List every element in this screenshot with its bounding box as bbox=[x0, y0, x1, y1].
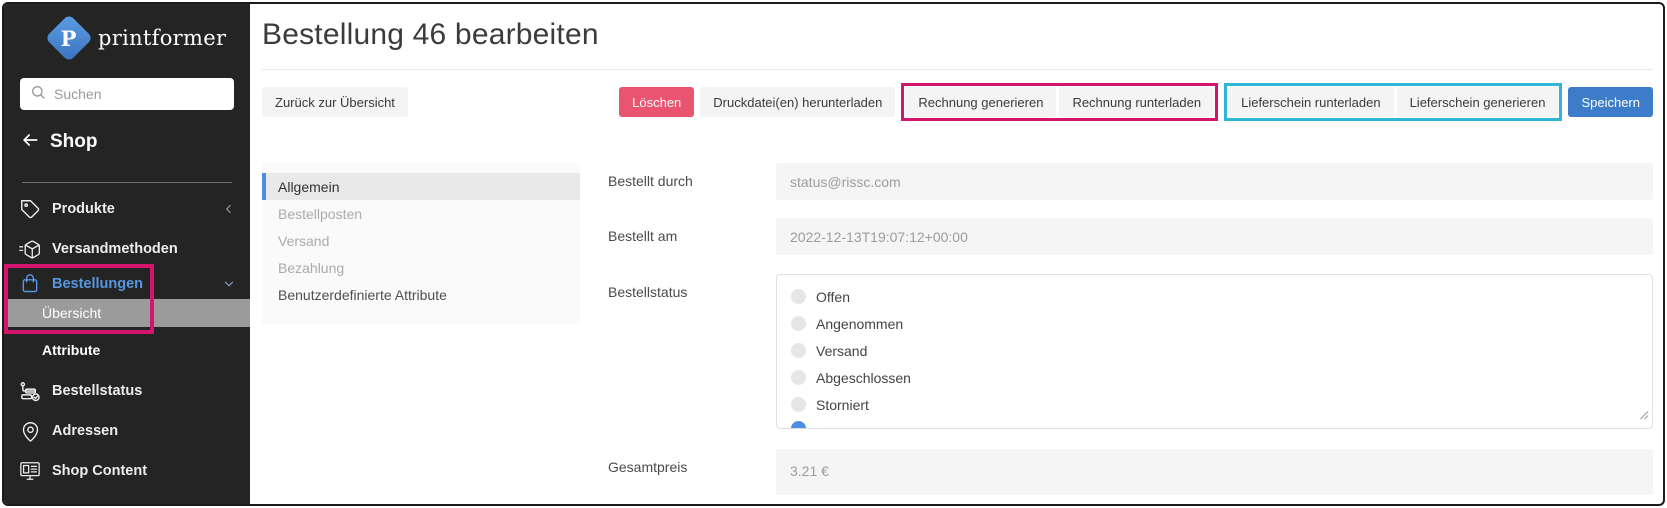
section-tabs: Allgemein Bestellposten Versand Bezahlun… bbox=[262, 163, 580, 324]
ordered-at-field: 2022-12-13T19:07:12+00:00 bbox=[776, 218, 1653, 255]
status-option-label: Offen bbox=[816, 289, 850, 305]
sidebar: P printformer Shop Produkte bbox=[4, 4, 250, 504]
download-delivery-note-button[interactable]: Lieferschein runterladen bbox=[1228, 87, 1393, 117]
order-status-listbox[interactable]: Offen Angenommen Versand Abgeschlos bbox=[776, 274, 1653, 429]
app-window: P printformer Shop Produkte bbox=[2, 2, 1665, 506]
download-print-files-button[interactable]: Druckdatei(en) herunterladen bbox=[700, 87, 895, 117]
brand-logo[interactable]: P printformer bbox=[4, 4, 250, 60]
sidebar-item-produkte[interactable]: Produkte bbox=[4, 189, 250, 229]
chevron-down-icon bbox=[222, 277, 236, 291]
tab-allgemein[interactable]: Allgemein bbox=[262, 173, 580, 200]
radio-icon[interactable] bbox=[791, 343, 806, 358]
save-button[interactable]: Speichern bbox=[1568, 87, 1653, 117]
ordered-at-row: Bestellt am 2022-12-13T19:07:12+00:00 bbox=[608, 218, 1653, 255]
form-fields: Bestellt durch status@rissc.com Bestellt… bbox=[608, 163, 1653, 495]
workflow-icon bbox=[18, 380, 42, 403]
order-status-row: Bestellstatus Offen Angenommen Versan bbox=[608, 274, 1653, 429]
back-to-shop-label: Shop bbox=[50, 131, 98, 153]
total-price-field: 3.21 € bbox=[776, 449, 1653, 495]
brand-name: printformer bbox=[98, 26, 226, 50]
search-input[interactable] bbox=[54, 86, 235, 102]
status-option-offen[interactable]: Offen bbox=[791, 283, 1652, 310]
status-option-label: Angenommen bbox=[816, 316, 903, 332]
sidebar-item-attribute[interactable]: Attribute bbox=[4, 335, 250, 365]
main-content: Bestellung 46 bearbeiten Zurück zur Über… bbox=[250, 4, 1663, 504]
ordered-by-field: status@rissc.com bbox=[776, 163, 1653, 200]
arrow-left-icon bbox=[20, 130, 40, 155]
sidebar-item-bestellstatus[interactable]: Bestellstatus bbox=[4, 371, 250, 411]
title-divider bbox=[262, 69, 1653, 70]
resize-handle-icon[interactable] bbox=[1639, 407, 1649, 425]
status-option-abgeschlossen[interactable]: Abgeschlossen bbox=[791, 364, 1652, 391]
delivery-note-buttons-highlight: Lieferschein runterladen Lieferschein ge… bbox=[1224, 83, 1562, 121]
status-option-versand[interactable]: Versand bbox=[791, 337, 1652, 364]
radio-icon[interactable] bbox=[791, 397, 806, 412]
back-to-shop[interactable]: Shop bbox=[4, 128, 250, 156]
toolbar: Zurück zur Übersicht Löschen Druckdatei(… bbox=[262, 83, 1653, 121]
sidebar-item-label: Attribute bbox=[42, 342, 100, 358]
ordered-by-row: Bestellt durch status@rissc.com bbox=[608, 163, 1653, 200]
total-price-row: Gesamtpreis 3.21 € bbox=[608, 449, 1653, 495]
radio-icon[interactable] bbox=[791, 370, 806, 385]
sidebar-item-bestellungen[interactable]: Bestellungen bbox=[4, 269, 250, 299]
status-option-label: Abgeschlossen bbox=[816, 370, 911, 386]
status-option-storniert[interactable]: Storniert bbox=[791, 391, 1652, 418]
tab-benutzerdefinierte-attribute[interactable]: Benutzerdefinierte Attribute bbox=[262, 281, 580, 308]
total-price-label: Gesamtpreis bbox=[608, 449, 776, 495]
tab-versand[interactable]: Versand bbox=[262, 227, 580, 254]
sidebar-item-uebersicht[interactable]: Übersicht bbox=[4, 299, 250, 327]
status-option-label: Versand bbox=[816, 343, 867, 359]
radio-selected-partial-icon[interactable] bbox=[791, 421, 806, 429]
sidebar-item-label: Shop Content bbox=[52, 463, 147, 479]
map-pin-icon bbox=[18, 421, 42, 442]
ordered-at-label: Bestellt am bbox=[608, 218, 776, 255]
sidebar-item-adressen[interactable]: Adressen bbox=[4, 411, 250, 451]
shopping-bag-icon bbox=[18, 274, 42, 294]
status-option-angenommen[interactable]: Angenommen bbox=[791, 310, 1652, 337]
shipping-box-icon bbox=[18, 238, 42, 261]
sidebar-item-label: Übersicht bbox=[42, 305, 101, 321]
page-title: Bestellung 46 bearbeiten bbox=[262, 18, 1653, 52]
shop-content-icon bbox=[18, 460, 42, 482]
delete-button[interactable]: Löschen bbox=[619, 87, 694, 117]
form-content: Allgemein Bestellposten Versand Bezahlun… bbox=[262, 163, 1653, 495]
order-status-label: Bestellstatus bbox=[608, 274, 776, 429]
download-invoice-button[interactable]: Rechnung runterladen bbox=[1059, 87, 1214, 117]
tab-bestellposten[interactable]: Bestellposten bbox=[262, 200, 580, 227]
radio-icon[interactable] bbox=[791, 316, 806, 331]
sidebar-item-versandmethoden[interactable]: Versandmethoden bbox=[4, 229, 250, 269]
sidebar-item-label: Bestellstatus bbox=[52, 383, 142, 399]
sidebar-item-label: Bestellungen bbox=[52, 276, 143, 292]
search-icon bbox=[30, 84, 46, 105]
radio-icon[interactable] bbox=[791, 289, 806, 304]
back-to-overview-button[interactable]: Zurück zur Übersicht bbox=[262, 87, 408, 117]
tag-icon bbox=[18, 199, 42, 220]
sidebar-item-label: Versandmethoden bbox=[52, 241, 178, 257]
sidebar-divider bbox=[22, 182, 232, 183]
printformer-logo-icon: P bbox=[45, 14, 93, 62]
sidebar-item-shop-content[interactable]: Shop Content bbox=[4, 451, 250, 491]
chevron-left-icon bbox=[222, 202, 236, 216]
sidebar-item-label: Adressen bbox=[52, 423, 118, 439]
ordered-by-label: Bestellt durch bbox=[608, 163, 776, 200]
generate-delivery-note-button[interactable]: Lieferschein generieren bbox=[1397, 87, 1559, 117]
tab-bezahlung[interactable]: Bezahlung bbox=[262, 254, 580, 281]
sidebar-search[interactable] bbox=[20, 78, 234, 110]
status-option-label: Storniert bbox=[816, 397, 869, 413]
generate-invoice-button[interactable]: Rechnung generieren bbox=[905, 87, 1056, 117]
sidebar-item-label: Produkte bbox=[52, 201, 115, 217]
invoice-buttons-highlight: Rechnung generieren Rechnung runterladen bbox=[901, 83, 1218, 121]
